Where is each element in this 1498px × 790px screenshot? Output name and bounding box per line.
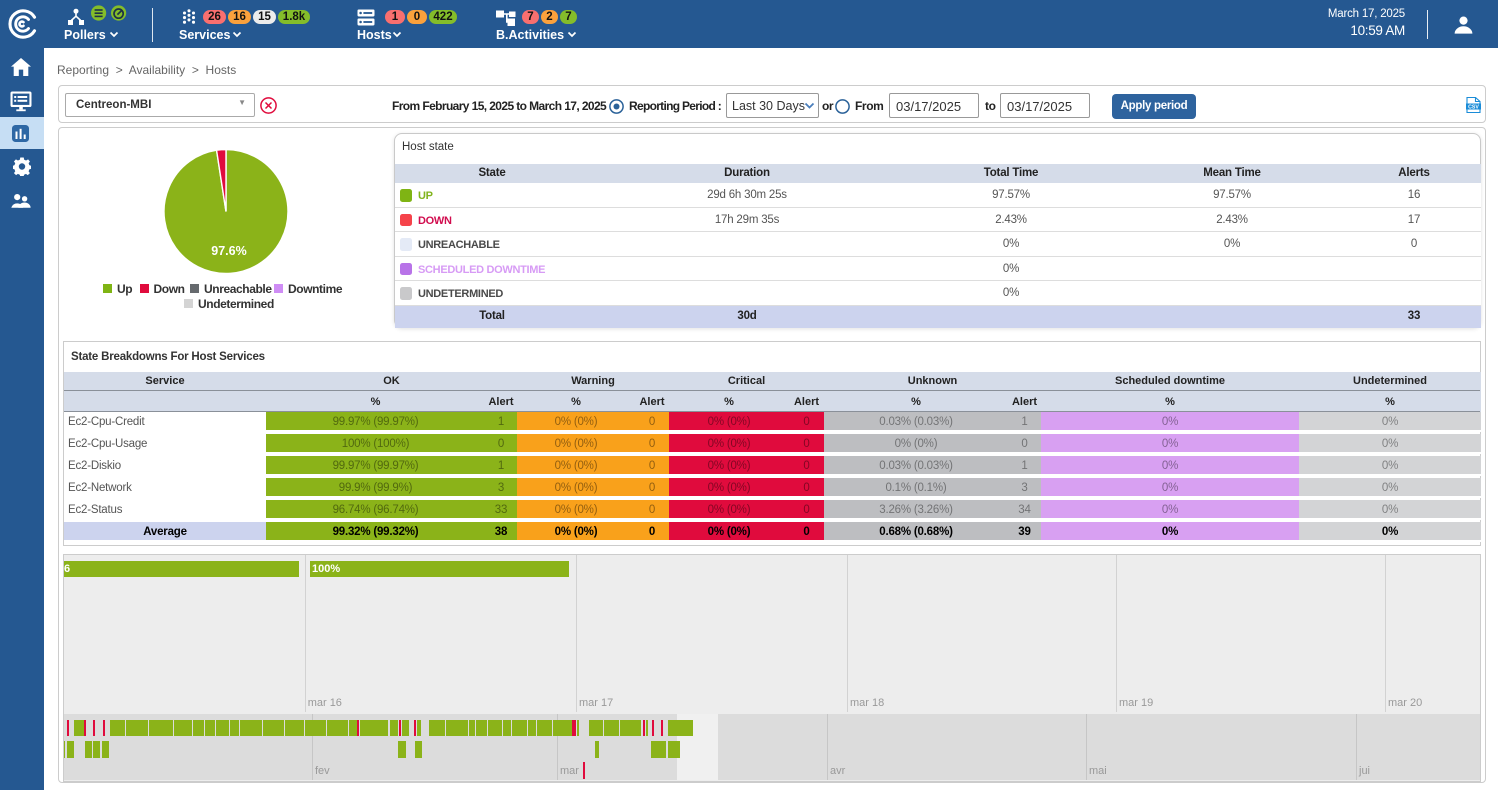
svg-text:97.6%: 97.6% <box>211 244 246 258</box>
svg-text:CSV: CSV <box>1468 104 1479 110</box>
